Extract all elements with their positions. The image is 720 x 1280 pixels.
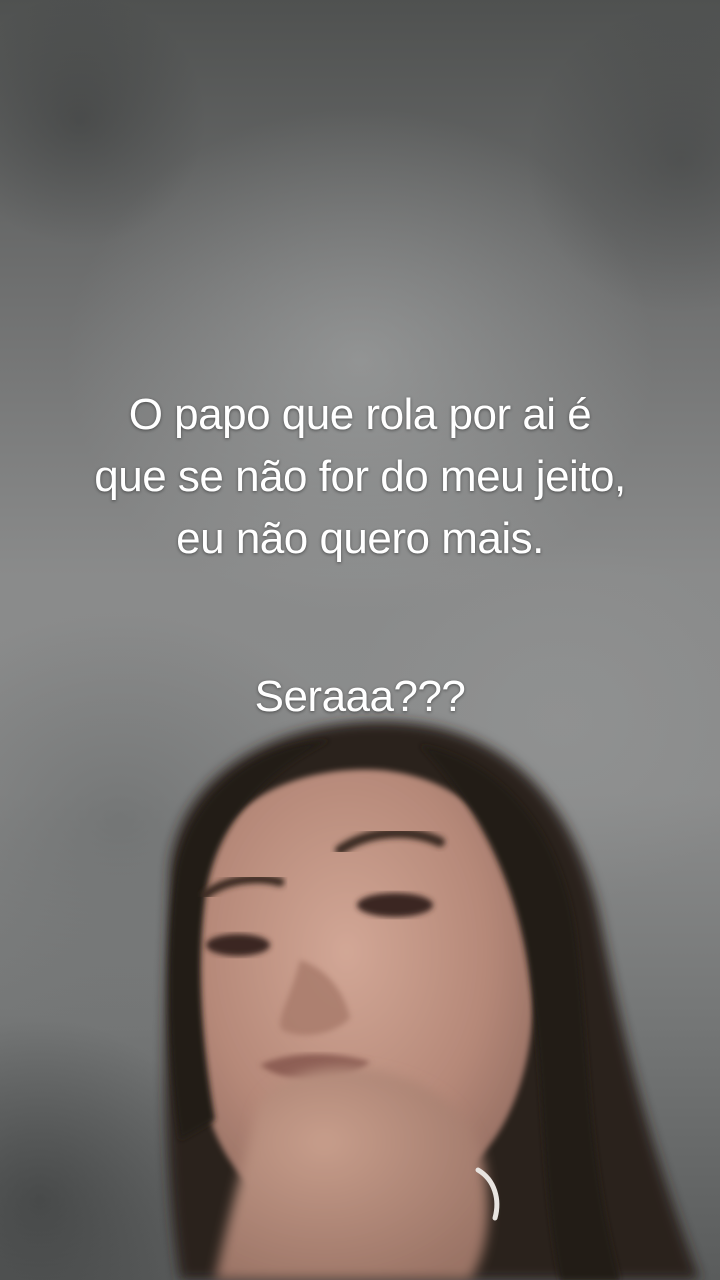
right-eye: [357, 893, 433, 917]
caption-line: O papo que rola por ai é: [128, 390, 592, 439]
left-eye: [206, 934, 270, 956]
selfie-photo: [165, 721, 701, 1280]
caption-question: Seraaa???: [254, 672, 466, 721]
video-frame: O papo que rola por ai é que se não for …: [0, 0, 720, 1280]
caption-line: eu não quero mais.: [176, 514, 544, 563]
caption-text: O papo que rola por ai é que se não for …: [0, 384, 720, 570]
caption-line: que se não for do meu jeito,: [94, 452, 626, 501]
